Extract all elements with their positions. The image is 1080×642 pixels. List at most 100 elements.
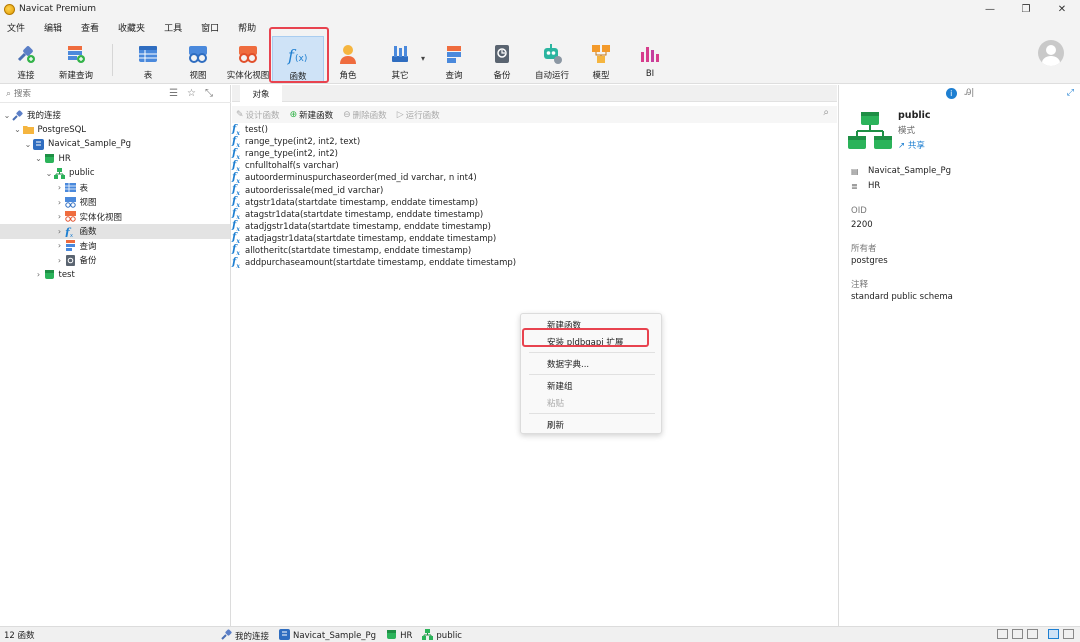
- info-tabs: i Ꭿ|: [839, 85, 1080, 101]
- function-item[interactable]: fx autoorderissale(med_id varchar): [232, 184, 837, 197]
- chevron-right-icon[interactable]: ›: [55, 212, 65, 221]
- split-pane-toggle-icon[interactable]: [1063, 629, 1074, 639]
- other-button[interactable]: 其它: [374, 36, 426, 82]
- tree-item[interactable]: ⌄ Navicat_Sample_Pg: [0, 137, 230, 152]
- delete-function-button[interactable]: ⊖ 删除函数: [343, 109, 387, 121]
- info-server: ▤ Navicat_Sample_Pg: [851, 166, 952, 176]
- chevron-right-icon[interactable]: ›: [55, 227, 65, 236]
- function-name: atgstr1data(startdate timestamp, enddate…: [245, 197, 479, 208]
- function-item[interactable]: fx addpurchaseamount(startdate timestamp,…: [232, 257, 837, 270]
- tree-item[interactable]: › 表: [0, 181, 230, 196]
- automation-icon: [541, 43, 563, 65]
- tree-item[interactable]: › f x 函数: [0, 224, 230, 239]
- function-item[interactable]: fx atadjgstr1data(startdate timestamp, en…: [232, 220, 837, 233]
- chevron-right-icon[interactable]: ›: [34, 270, 44, 279]
- main-toolbar: 连接 新建查询 表 视图 实体化视图 f (x) 函数 角色 其它 ▾ 查询 备…: [0, 36, 1080, 84]
- other-dropdown-chevron-icon[interactable]: ▾: [421, 54, 425, 63]
- new-function-button[interactable]: ⊕ 新建函数: [290, 109, 334, 121]
- tree-item[interactable]: ⌄ HR: [0, 152, 230, 167]
- tree-item[interactable]: ⌄ PostgreSQL: [0, 123, 230, 138]
- chevron-right-icon[interactable]: ›: [55, 183, 65, 192]
- model-label: 模型: [592, 71, 610, 81]
- tree-item[interactable]: ⌄ public: [0, 166, 230, 181]
- star-icon[interactable]: ☆: [187, 88, 196, 99]
- design-function-button[interactable]: ✎ 设计函数: [236, 109, 280, 121]
- automation-label: 自动运行: [534, 71, 569, 81]
- menu-edit[interactable]: 编辑: [44, 21, 62, 34]
- function-item[interactable]: fx cnfulltohalf(s varchar): [232, 160, 837, 173]
- menu-file[interactable]: 文件: [7, 21, 25, 34]
- menu-favorites[interactable]: 收藏夹: [118, 21, 145, 34]
- share-link[interactable]: ↗ 共享: [898, 139, 925, 151]
- tab-bar: 对象: [232, 85, 837, 102]
- tree-item[interactable]: ⌄ 我的连接: [0, 108, 230, 123]
- connect-button[interactable]: 连接: [0, 36, 52, 82]
- table-button[interactable]: 表: [122, 36, 174, 82]
- function-name: test(): [245, 125, 268, 136]
- object-search-icon[interactable]: ⌕: [823, 107, 829, 118]
- role-button[interactable]: 角色: [322, 36, 374, 82]
- ctx-data-dictionary[interactable]: 数据字典...: [547, 358, 589, 370]
- chevron-down-icon[interactable]: ⌄: [13, 125, 23, 134]
- chevron-down-icon[interactable]: ⌄: [34, 154, 44, 163]
- ctx-new-group[interactable]: 新建组: [547, 380, 573, 392]
- chevron-down-icon[interactable]: ⌄: [2, 111, 12, 120]
- new-query-button[interactable]: 新建查询: [50, 36, 102, 82]
- ctx-paste[interactable]: 粘贴: [547, 397, 564, 409]
- expand-icon[interactable]: ⤢: [1067, 88, 1074, 98]
- ctx-refresh[interactable]: 刷新: [547, 419, 564, 431]
- tree-item-label: 我的连接: [27, 111, 62, 122]
- info-icon[interactable]: i: [945, 87, 957, 99]
- status-path-item: public: [422, 629, 462, 642]
- tree-item-label: public: [69, 168, 95, 179]
- bi-button[interactable]: BI: [624, 36, 676, 82]
- chevron-down-icon[interactable]: ⌄: [44, 169, 54, 178]
- tree-item[interactable]: › test: [0, 268, 230, 283]
- collapse-icon[interactable]: ⤡: [205, 88, 213, 99]
- model-button[interactable]: 模型: [575, 36, 627, 82]
- folder-icon: [22, 124, 34, 135]
- function-item[interactable]: fx atgstr1data(startdate timestamp, endda…: [232, 196, 837, 209]
- owner-label: 所有者: [851, 244, 877, 254]
- function-name: atagstr1data(startdate timestamp, enddat…: [245, 209, 484, 220]
- detail-view-icon[interactable]: [1027, 629, 1038, 639]
- chevron-right-icon[interactable]: ›: [55, 198, 65, 207]
- materialized-view-button[interactable]: 实体化视图: [222, 36, 274, 82]
- status-path-item: HR: [386, 629, 412, 642]
- filter-icon[interactable]: ☰: [169, 88, 178, 99]
- user-avatar[interactable]: [1038, 40, 1064, 66]
- ddl-icon[interactable]: Ꭿ|: [965, 88, 975, 98]
- tree-item[interactable]: › 视图: [0, 195, 230, 210]
- menu-view[interactable]: 查看: [81, 21, 99, 34]
- run-function-button[interactable]: ▷ 运行函数: [397, 109, 440, 121]
- chevron-right-icon[interactable]: ›: [55, 241, 65, 250]
- menu-help[interactable]: 帮助: [238, 21, 256, 34]
- tree-item[interactable]: › 实体化视图: [0, 210, 230, 225]
- info-pane-toggle-icon[interactable]: [1048, 629, 1059, 639]
- maximize-button[interactable]: ❐: [1008, 0, 1044, 18]
- function-item[interactable]: fx range_type(int2, int2): [232, 148, 837, 161]
- menu-window[interactable]: 窗口: [201, 21, 219, 34]
- menu-tools[interactable]: 工具: [164, 21, 182, 34]
- function-item[interactable]: fx atadjagstr1data(startdate timestamp, e…: [232, 232, 837, 245]
- query-button[interactable]: 查询: [428, 36, 480, 82]
- backup-button[interactable]: 备份: [476, 36, 528, 82]
- nav-search-input[interactable]: [14, 88, 135, 99]
- function-item[interactable]: fx allotheritc(startdate timestamp, endda…: [232, 244, 837, 257]
- function-item[interactable]: fx atagstr1data(startdate timestamp, endd…: [232, 208, 837, 221]
- function-item[interactable]: fx range_type(int2, int2, text): [232, 136, 837, 149]
- grid-view-icon[interactable]: [997, 629, 1008, 639]
- tree-item-label: 查询: [79, 241, 97, 252]
- close-button[interactable]: ✕: [1044, 0, 1080, 18]
- minimize-button[interactable]: —: [972, 0, 1008, 18]
- tree-item[interactable]: › 查询: [0, 239, 230, 254]
- tab-objects[interactable]: 对象: [240, 85, 282, 102]
- function-item[interactable]: fx test(): [232, 124, 837, 137]
- view-button[interactable]: 视图: [172, 36, 224, 82]
- chevron-right-icon[interactable]: ›: [55, 256, 65, 265]
- list-view-icon[interactable]: [1012, 629, 1023, 639]
- function-item[interactable]: fx autoorderminuspurchaseorder(med_id var…: [232, 172, 837, 185]
- tree-item[interactable]: › 备份: [0, 253, 230, 268]
- automation-button[interactable]: 自动运行: [526, 36, 578, 82]
- chevron-down-icon[interactable]: ⌄: [23, 140, 33, 149]
